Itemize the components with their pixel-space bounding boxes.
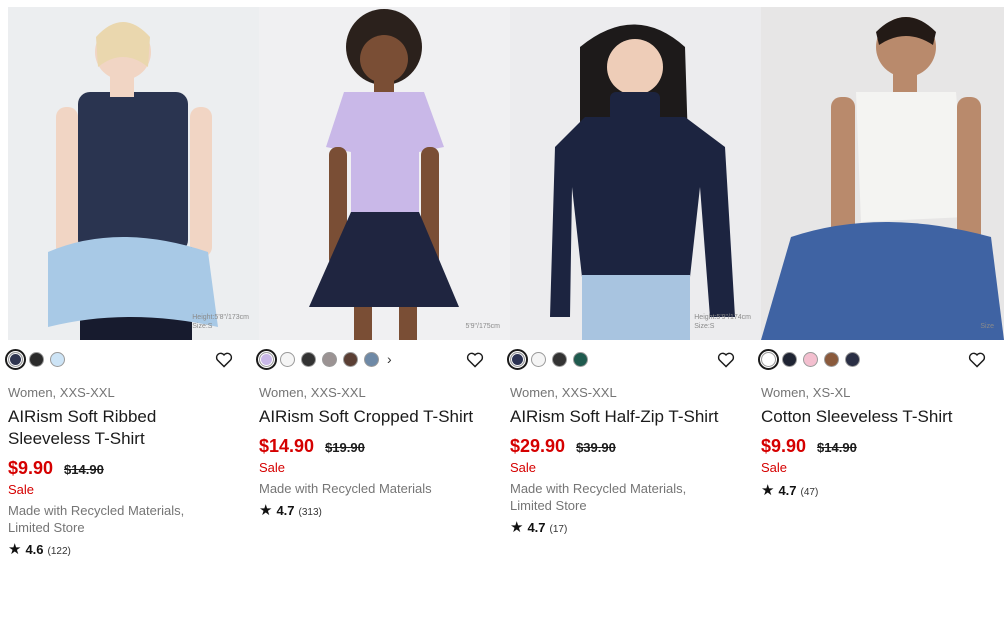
model-height-note: Height:5'9"/174cm Size:S <box>694 314 751 330</box>
product-card-cropped-tshirt[interactable]: 5'9"/175cm › Women, XXS-XXL AIRism Soft … <box>256 7 510 558</box>
color-swatch[interactable] <box>803 351 818 367</box>
sale-price: $14.90 <box>259 436 315 456</box>
color-swatch[interactable] <box>256 348 277 370</box>
rating-score: 4.7 <box>527 520 546 535</box>
color-swatch[interactable] <box>507 348 528 370</box>
color-swatch[interactable] <box>343 351 358 367</box>
product-name[interactable]: AIRism Soft Half-Zip T-Shirt <box>510 406 730 428</box>
product-name[interactable]: AIRism Soft Cropped T-Shirt <box>259 406 479 428</box>
model-height-note: Height:5'8"/173cm Size:S <box>192 314 249 330</box>
model-photo-illustration <box>550 24 735 340</box>
wishlist-heart-icon[interactable] <box>968 352 986 368</box>
product-image[interactable]: Size <box>761 7 1004 340</box>
color-swatches: › <box>256 340 510 378</box>
product-flags: Made with Recycled Materials, Limited St… <box>8 503 185 535</box>
model-photo-illustration <box>761 17 1004 340</box>
gender-size-range: Women, XXS-XXL <box>8 385 115 400</box>
model-height-note: 5'9"/175cm <box>465 323 500 330</box>
rating: ★ 4.6 (122) <box>8 540 259 558</box>
sale-price: $29.90 <box>510 436 566 456</box>
rating: ★ 4.7 (47) <box>761 481 1004 499</box>
product-image[interactable]: Height:5'8"/173cm Size:S <box>8 7 259 340</box>
product-grid: Height:5'8"/173cm Size:S Women, XXS-XXL … <box>5 7 1004 558</box>
color-swatches <box>5 340 259 378</box>
review-count: (17) <box>549 524 568 535</box>
color-swatch[interactable] <box>782 351 797 367</box>
rating: ★ 4.7 (17) <box>510 518 761 536</box>
color-swatch[interactable] <box>845 351 860 367</box>
product-flags: Made with Recycled Materials <box>259 481 432 496</box>
color-swatch[interactable] <box>758 348 779 370</box>
gender-size-range: Women, XXS-XXL <box>259 385 366 400</box>
star-icon: ★ <box>510 519 524 536</box>
gender-size-range: Women, XXS-XXL <box>510 385 617 400</box>
product-flags: Made with Recycled Materials, Limited St… <box>510 481 687 513</box>
wishlist-heart-icon[interactable] <box>466 352 484 368</box>
color-swatches <box>758 340 1004 378</box>
rating-score: 4.6 <box>25 542 44 557</box>
color-swatch[interactable] <box>5 348 26 370</box>
rating: ★ 4.7 (313) <box>259 501 510 519</box>
color-swatch[interactable] <box>29 351 44 367</box>
wishlist-heart-icon[interactable] <box>215 352 233 368</box>
review-count: (313) <box>298 507 322 518</box>
sale-label: Sale <box>259 460 286 475</box>
rating-score: 4.7 <box>276 503 295 518</box>
sale-price: $9.90 <box>761 436 807 456</box>
color-swatch[interactable] <box>573 351 588 367</box>
original-price: $39.90 <box>576 440 616 455</box>
color-swatch[interactable] <box>552 351 567 367</box>
star-icon: ★ <box>761 482 775 499</box>
product-card-half-zip[interactable]: Height:5'9"/174cm Size:S Women, XXS-XXL … <box>507 7 761 558</box>
product-name[interactable]: AIRism Soft Ribbed Sleeveless T-Shirt <box>8 406 228 450</box>
color-swatch[interactable] <box>322 351 337 367</box>
product-card-cotton-sleeveless[interactable]: Size Women, XS-XL Cotton Sleeveless T-Sh… <box>758 7 1004 558</box>
product-name[interactable]: Cotton Sleeveless T-Shirt <box>761 406 981 428</box>
color-swatch[interactable] <box>364 351 379 367</box>
star-icon: ★ <box>259 502 273 519</box>
original-price: $14.90 <box>64 462 104 477</box>
review-count: (47) <box>800 487 819 498</box>
color-swatch[interactable] <box>280 351 295 367</box>
wishlist-heart-icon[interactable] <box>717 352 735 368</box>
color-swatch[interactable] <box>301 351 316 367</box>
sale-price: $9.90 <box>8 458 54 478</box>
color-swatch[interactable] <box>531 351 546 367</box>
rating-score: 4.7 <box>778 483 797 498</box>
original-price: $19.90 <box>325 440 365 455</box>
original-price: $14.90 <box>817 440 857 455</box>
model-photo-illustration <box>309 9 459 340</box>
product-card-ribbed-sleeveless[interactable]: Height:5'8"/173cm Size:S Women, XXS-XXL … <box>5 7 259 558</box>
sale-label: Sale <box>510 460 537 475</box>
model-height-note: Size <box>980 323 994 330</box>
product-image[interactable]: 5'9"/175cm <box>259 7 510 340</box>
gender-size-range: Women, XS-XL <box>761 385 851 400</box>
more-colors-chevron-icon[interactable]: › <box>387 351 392 367</box>
review-count: (122) <box>47 546 71 557</box>
color-swatch[interactable] <box>50 351 65 367</box>
star-icon: ★ <box>8 541 22 558</box>
color-swatch[interactable] <box>824 351 839 367</box>
sale-label: Sale <box>8 482 35 497</box>
color-swatches <box>507 340 761 378</box>
model-photo-illustration <box>48 22 218 340</box>
sale-label: Sale <box>761 460 788 475</box>
product-image[interactable]: Height:5'9"/174cm Size:S <box>510 7 761 340</box>
